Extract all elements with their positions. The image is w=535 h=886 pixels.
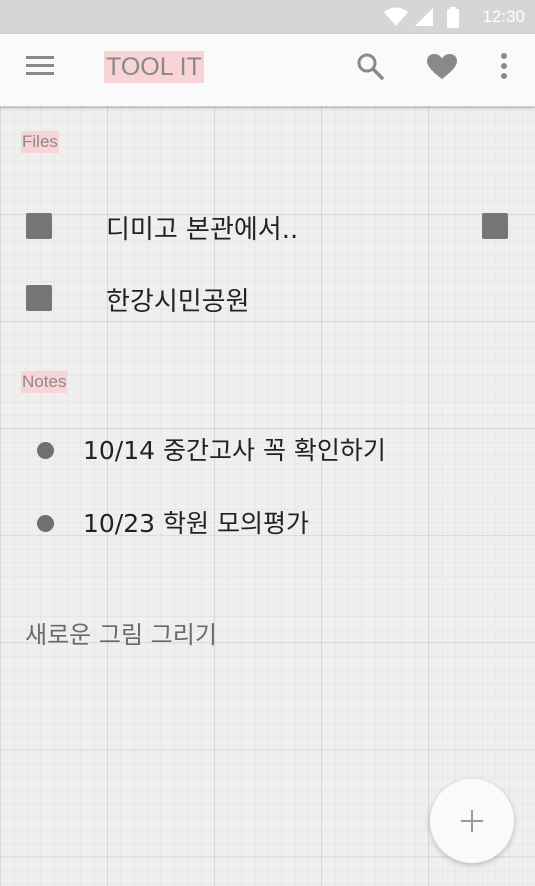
file-square-icon — [26, 285, 52, 311]
more-vert-icon[interactable] — [499, 52, 509, 80]
note-item[interactable]: 10/23 학원 모의평가 — [0, 498, 535, 542]
file-square-icon — [26, 213, 52, 239]
status-bar: 12:30 — [0, 0, 535, 34]
app-bar: TOOL IT — [0, 34, 535, 106]
notes-section-header: Notes — [21, 371, 68, 393]
heart-icon[interactable] — [427, 54, 457, 80]
file-item[interactable]: 한강시민공원 — [0, 273, 535, 323]
status-time: 12:30 — [482, 7, 525, 26]
file-item-label: 한강시민공원 — [106, 287, 250, 317]
plus-icon — [471, 810, 473, 832]
battery-icon — [447, 7, 459, 28]
note-item-label: 10/14 중간고사 꼭 확인하기 — [83, 436, 386, 465]
bullet-icon — [37, 515, 54, 532]
signal-icon — [415, 8, 433, 26]
note-item[interactable]: 10/14 중간고사 꼭 확인하기 — [0, 425, 535, 469]
wifi-icon — [384, 7, 408, 26]
search-icon[interactable] — [356, 52, 384, 80]
files-section-header: Files — [21, 131, 59, 153]
bullet-icon — [37, 442, 54, 459]
app-title: TOOL IT — [104, 51, 204, 83]
menu-icon[interactable] — [26, 55, 54, 77]
new-drawing-link[interactable]: 새로운 그림 그리기 — [25, 615, 217, 650]
file-item-label: 디미고 본관에서.. — [106, 215, 299, 245]
note-item-label: 10/23 학원 모의평가 — [83, 509, 309, 538]
file-trailing-square-icon[interactable] — [482, 213, 508, 239]
file-item[interactable]: 디미고 본관에서.. — [0, 201, 535, 251]
add-button[interactable] — [430, 779, 514, 863]
